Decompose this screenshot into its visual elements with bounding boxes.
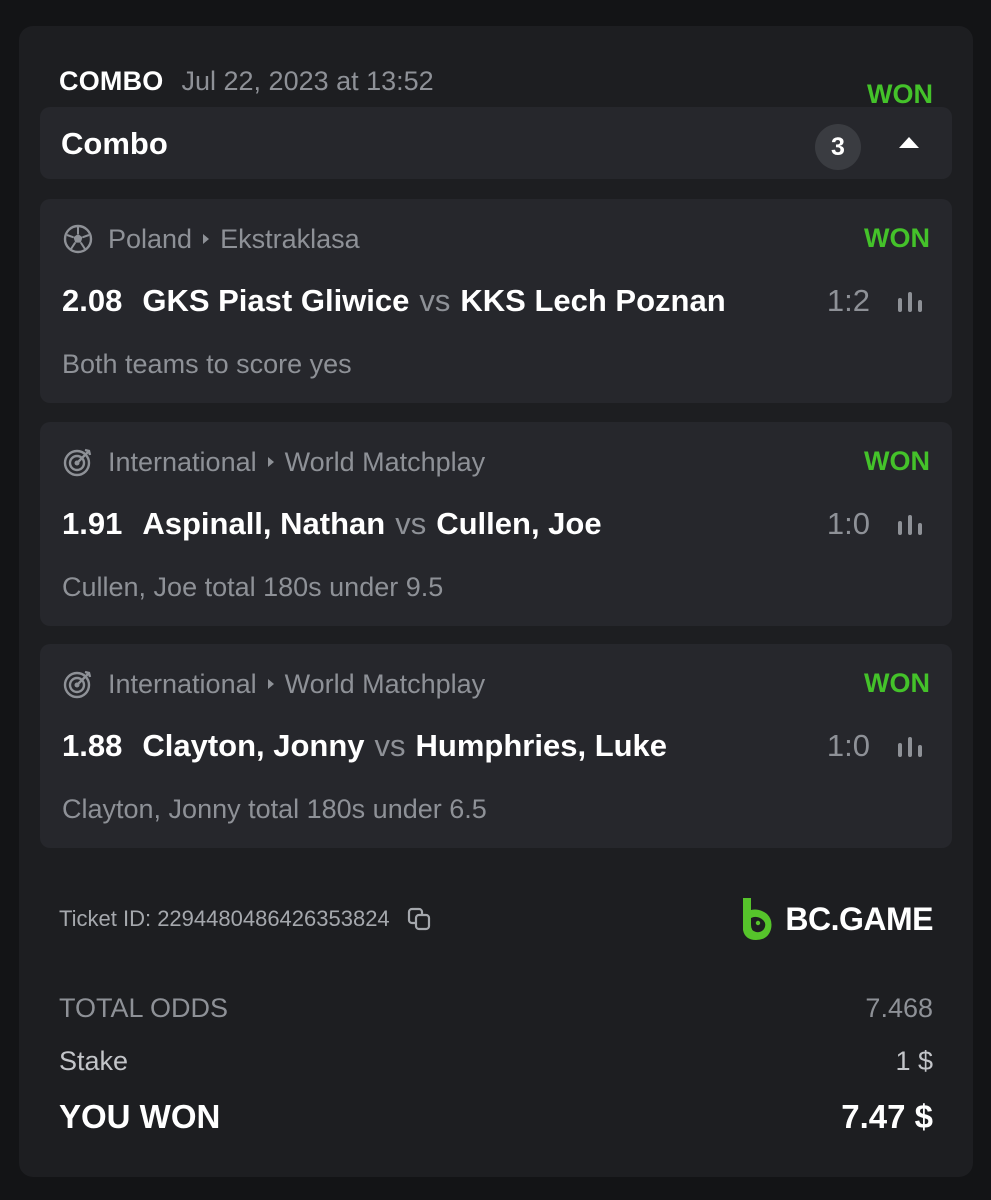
stats-bars-icon[interactable] (896, 290, 924, 314)
bet-leg: International World Matchplay WON 1.91 As… (40, 422, 952, 626)
home-team: Aspinall, Nathan (142, 506, 386, 541)
league-breadcrumb: International World Matchplay (63, 444, 485, 480)
vs-separator: vs (374, 728, 406, 763)
combo-title: Combo (61, 126, 168, 161)
match-score: 1:0 (826, 506, 870, 541)
bet-type: COMBO (59, 66, 164, 96)
leg-matchup: 1.91 Aspinall, Nathan vs Cullen, Joe (62, 506, 602, 542)
ticket-status-badge: WON (867, 79, 933, 109)
leg-matchup: 1.88 Clayton, Jonny vs Humphries, Luke (62, 728, 667, 764)
stake-value: 1 $ (895, 1046, 933, 1076)
match-score: 1:0 (826, 728, 870, 763)
home-team: GKS Piast Gliwice (142, 283, 410, 318)
stats-bars-icon[interactable] (896, 735, 924, 759)
breadcrumb-arrow-icon (267, 457, 274, 467)
country-name: Poland (108, 223, 193, 254)
leg-odds: 1.91 (62, 506, 123, 541)
collapse-caret-icon[interactable] (899, 137, 919, 148)
darts-target-icon (63, 448, 92, 477)
league-breadcrumb: Poland Ekstraklasa (63, 221, 360, 257)
darts-target-icon (63, 670, 92, 699)
brand-logo: BC.GAME (739, 896, 933, 942)
bc-game-logo-icon (743, 898, 772, 940)
country-name: International (108, 446, 257, 477)
vs-separator: vs (419, 283, 451, 318)
stats-bars-icon[interactable] (896, 513, 924, 537)
away-team: Humphries, Luke (415, 728, 668, 763)
selection-count-badge: 3 (815, 124, 861, 170)
bet-market: Both teams to score yes (62, 349, 352, 379)
total-odds-label: TOTAL ODDS (59, 993, 229, 1023)
match-score: 1:2 (826, 283, 870, 318)
leg-odds: 1.88 (62, 728, 123, 763)
bet-leg: Poland Ekstraklasa WON 2.08 GKS Piast Gli… (40, 199, 952, 403)
you-won-value: 7.47 $ (841, 1098, 933, 1135)
stake-label: Stake (59, 1046, 129, 1076)
league-name: Ekstraklasa (220, 223, 360, 254)
leg-status-badge: WON (864, 223, 930, 253)
ticket-id-row: Ticket ID: 2294480486426353824 (59, 906, 432, 932)
league-breadcrumb: International World Matchplay (63, 666, 485, 702)
bet-market: Cullen, Joe total 180s under 9.5 (62, 572, 444, 602)
vs-separator: vs (395, 506, 427, 541)
soccer-ball-icon (63, 224, 93, 254)
country-name: International (108, 668, 257, 699)
leg-status-badge: WON (864, 668, 930, 698)
league-name: World Matchplay (284, 668, 486, 699)
leg-odds: 2.08 (62, 283, 123, 318)
bet-market: Clayton, Jonny total 180s under 6.5 (62, 794, 487, 824)
combo-toggle-row[interactable]: Combo 3 (40, 107, 952, 179)
leg-status-badge: WON (864, 446, 930, 476)
breadcrumb-arrow-icon (203, 234, 210, 244)
breadcrumb-arrow-icon (267, 679, 274, 689)
home-team: Clayton, Jonny (142, 728, 365, 763)
ticket-id: Ticket ID: 2294480486426353824 (59, 906, 390, 931)
you-won-label: YOU WON (59, 1098, 221, 1135)
leg-matchup: 2.08 GKS Piast Gliwice vs KKS Lech Poznan (62, 283, 726, 319)
brand-name: BC.GAME (785, 900, 933, 937)
bet-leg: International World Matchplay WON 1.88 Cl… (40, 644, 952, 848)
league-name: World Matchplay (284, 446, 486, 477)
away-team: KKS Lech Poznan (460, 283, 726, 318)
total-odds-value: 7.468 (865, 993, 933, 1023)
copy-icon[interactable] (406, 906, 432, 932)
away-team: Cullen, Joe (436, 506, 602, 541)
bet-ticket-card: COMBO Jul 22, 2023 at 13:52 WON Combo 3 P… (19, 26, 973, 1177)
bet-date: Jul 22, 2023 at 13:52 (181, 66, 434, 96)
